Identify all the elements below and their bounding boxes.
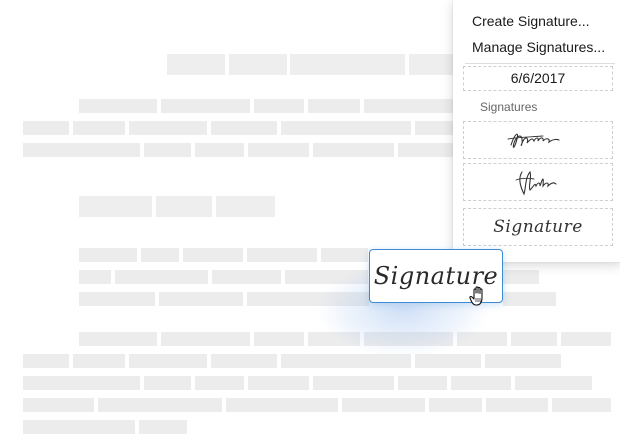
text-placeholder bbox=[308, 99, 360, 113]
create-signature-menu-item[interactable]: Create Signature... bbox=[472, 13, 590, 29]
text-placeholder bbox=[216, 196, 275, 217]
text-placeholder bbox=[23, 376, 140, 390]
text-placeholder bbox=[23, 143, 140, 157]
text-placeholder bbox=[139, 420, 187, 434]
text-placeholder bbox=[254, 99, 304, 113]
text-placeholder bbox=[23, 398, 94, 412]
text-placeholder bbox=[247, 248, 317, 262]
text-placeholder bbox=[79, 248, 137, 262]
text-placeholder bbox=[141, 248, 179, 262]
text-placeholder bbox=[161, 99, 250, 113]
text-placeholder bbox=[195, 143, 244, 157]
text-placeholder bbox=[161, 332, 250, 346]
text-placeholder bbox=[321, 248, 368, 262]
text-placeholder bbox=[79, 196, 152, 217]
text-placeholder bbox=[211, 354, 277, 368]
date-stamp-item[interactable]: 6/6/2017 bbox=[463, 66, 613, 91]
text-placeholder bbox=[212, 270, 281, 284]
text-placeholder bbox=[485, 354, 561, 368]
text-placeholder bbox=[183, 248, 243, 262]
text-placeholder bbox=[144, 143, 191, 157]
text-placeholder bbox=[415, 354, 481, 368]
text-placeholder bbox=[429, 398, 482, 412]
text-placeholder bbox=[254, 332, 304, 346]
text-placeholder bbox=[503, 292, 556, 306]
text-placeholder bbox=[281, 121, 411, 135]
text-placeholder bbox=[156, 196, 212, 217]
text-placeholder bbox=[561, 332, 611, 346]
text-placeholder bbox=[364, 99, 453, 113]
signature-slot-1[interactable] bbox=[463, 121, 613, 159]
signature-scribble-2-icon bbox=[515, 170, 557, 196]
text-placeholder bbox=[229, 54, 287, 75]
text-placeholder bbox=[159, 292, 243, 306]
text-placeholder bbox=[552, 398, 611, 412]
text-placeholder bbox=[144, 376, 191, 390]
text-placeholder bbox=[415, 121, 453, 135]
text-placeholder bbox=[503, 270, 539, 284]
text-placeholder bbox=[409, 54, 453, 75]
text-placeholder bbox=[23, 420, 135, 434]
text-placeholder bbox=[515, 376, 592, 390]
text-placeholder bbox=[486, 398, 548, 412]
text-placeholder bbox=[511, 332, 557, 346]
text-placeholder bbox=[195, 376, 244, 390]
text-placeholder bbox=[398, 376, 447, 390]
text-placeholder bbox=[313, 376, 394, 390]
text-placeholder bbox=[398, 143, 453, 157]
menu-divider bbox=[465, 63, 615, 64]
text-placeholder bbox=[313, 143, 394, 157]
text-placeholder bbox=[290, 54, 405, 75]
text-placeholder bbox=[129, 354, 207, 368]
signatures-section-label: Signatures bbox=[480, 100, 538, 114]
text-placeholder bbox=[129, 121, 207, 135]
text-placeholder bbox=[451, 376, 511, 390]
text-placeholder bbox=[79, 292, 155, 306]
text-placeholder bbox=[79, 99, 157, 113]
typed-signature-text: Signature bbox=[493, 217, 583, 237]
signature-menu: Create Signature... Manage Signatures...… bbox=[453, 0, 620, 262]
text-placeholder bbox=[342, 398, 425, 412]
text-placeholder bbox=[226, 398, 338, 412]
text-placeholder bbox=[73, 354, 125, 368]
text-placeholder bbox=[79, 270, 111, 284]
text-placeholder bbox=[23, 121, 69, 135]
text-placeholder bbox=[115, 270, 208, 284]
grab-hand-cursor-icon bbox=[469, 286, 483, 306]
signature-scribble-1-icon bbox=[507, 133, 560, 148]
manage-signatures-menu-item[interactable]: Manage Signatures... bbox=[472, 39, 605, 55]
signature-slot-2[interactable] bbox=[463, 163, 613, 201]
text-placeholder bbox=[98, 398, 222, 412]
text-placeholder bbox=[248, 376, 309, 390]
text-placeholder bbox=[73, 121, 125, 135]
text-placeholder bbox=[79, 332, 157, 346]
text-placeholder bbox=[248, 143, 309, 157]
text-placeholder bbox=[167, 54, 225, 75]
text-placeholder bbox=[211, 121, 277, 135]
signature-slot-3[interactable]: Signature bbox=[463, 208, 613, 246]
text-placeholder bbox=[23, 354, 69, 368]
